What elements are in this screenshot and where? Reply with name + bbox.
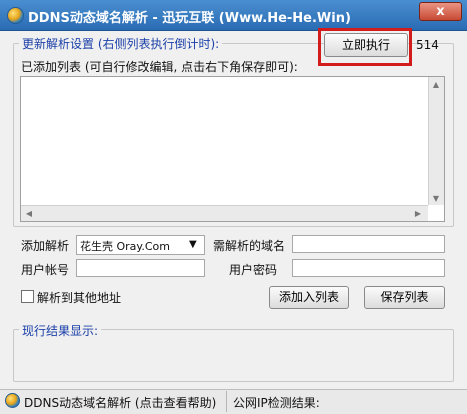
add-resolve-label: 添加解析 [21, 239, 70, 253]
list-label: 已添加列表 (可自行修改编辑, 点击右下角保存即可): [21, 60, 298, 74]
password-input[interactable] [292, 259, 445, 277]
countdown-value: 514 [416, 38, 439, 52]
close-button[interactable]: x [419, 2, 462, 21]
window-title: DDNS动态域名解析 - 迅玩互联 (Www.He-He.Win) [28, 11, 351, 26]
other-address-label: 解析到其他地址 [37, 291, 122, 305]
provider-select[interactable]: 花生壳 Oray.Com ▼ [76, 235, 205, 255]
list-horizontal-scrollbar[interactable] [21, 205, 428, 221]
scroll-down-arrow-icon[interactable]: ▼ [429, 194, 443, 203]
dropdown-arrow-icon: ▼ [189, 239, 197, 250]
domain-list-box[interactable] [20, 76, 445, 222]
provider-selected-value: 花生壳 Oray.Com [80, 240, 170, 253]
account-input[interactable] [76, 259, 205, 277]
scroll-right-arrow-icon[interactable]: ▶ [412, 209, 424, 218]
settings-group-legend: 更新解析设置 (右侧列表执行倒计时): [19, 35, 223, 52]
scroll-left-arrow-icon[interactable]: ◀ [23, 209, 35, 218]
status-globe-icon [5, 393, 20, 408]
highlight-box [318, 28, 412, 66]
save-list-button[interactable]: 保存列表 [364, 286, 445, 309]
help-status-text[interactable]: DDNS动态域名解析 (点击查看帮助) [24, 394, 216, 411]
domain-input[interactable] [292, 235, 445, 253]
ip-check-label: 公网IP检测结果: [233, 396, 320, 410]
add-to-list-button[interactable]: 添加入列表 [269, 286, 349, 309]
status-separator [226, 391, 227, 412]
results-group-legend: 现行结果显示: [19, 322, 102, 339]
scroll-up-arrow-icon[interactable]: ▲ [429, 80, 443, 89]
list-vertical-scrollbar[interactable] [428, 77, 444, 205]
password-label: 用户密码 [229, 263, 278, 277]
domain-label: 需解析的域名 [213, 239, 286, 253]
account-label: 用户帐号 [21, 263, 70, 277]
app-globe-icon [7, 7, 24, 24]
other-address-checkbox[interactable] [21, 290, 34, 303]
